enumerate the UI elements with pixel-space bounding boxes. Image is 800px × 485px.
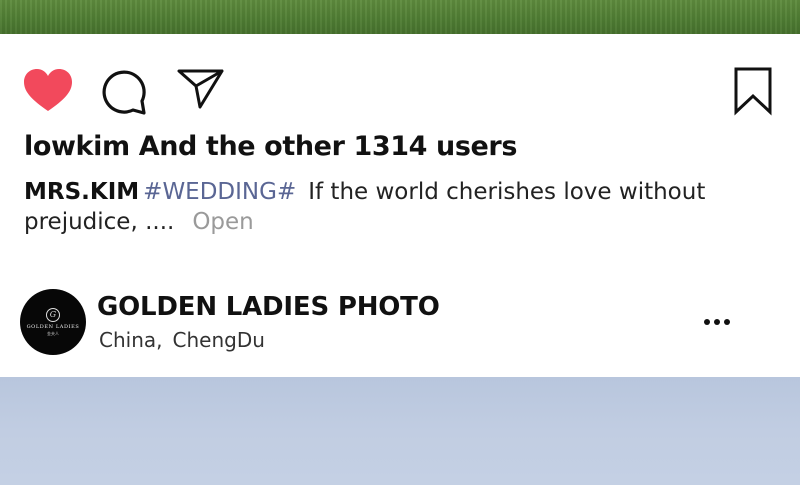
logo-subtext: 金夫人 [47, 330, 59, 336]
account-name[interactable]: GOLDEN LADIES PHOTO [97, 292, 440, 322]
location-city: ChengDu [172, 328, 265, 352]
paper-plane-icon[interactable] [176, 66, 226, 112]
more-dot-icon [714, 319, 720, 325]
next-post-photo[interactable] [0, 377, 800, 485]
caption-open-link[interactable]: Open [192, 209, 253, 235]
more-options-button[interactable] [700, 313, 734, 331]
likes-summary[interactable]: lowkim And the other 1314 users [24, 131, 517, 162]
more-dot-icon [724, 319, 730, 325]
more-dot-icon [704, 319, 710, 325]
post-caption: MRS.KIM #WEDDING# If the world cherishes l… [24, 177, 724, 237]
previous-post-photo[interactable] [0, 0, 800, 34]
bookmark-icon[interactable] [732, 66, 774, 116]
caption-hashtag[interactable]: #WEDDING# [143, 179, 296, 205]
next-post-header: G GOLDEN LADIES 金夫人 GOLDEN LADIES PHOTO … [0, 287, 800, 357]
post-action-bar [0, 60, 800, 120]
caption-text-line2: prejudice, .... [24, 209, 175, 235]
caption-text-line1: If the world cherishes love without [308, 179, 706, 205]
caption-author[interactable]: MRS.KIM [24, 179, 139, 205]
logo-text: GOLDEN LADIES [26, 323, 80, 330]
heart-icon[interactable] [22, 68, 74, 114]
avatar[interactable]: G GOLDEN LADIES 金夫人 [20, 289, 86, 355]
post-location[interactable]: China, ChengDu [99, 328, 265, 352]
logo-mark: G [46, 307, 60, 322]
location-country: China, [99, 328, 163, 352]
comment-icon[interactable] [100, 68, 148, 116]
